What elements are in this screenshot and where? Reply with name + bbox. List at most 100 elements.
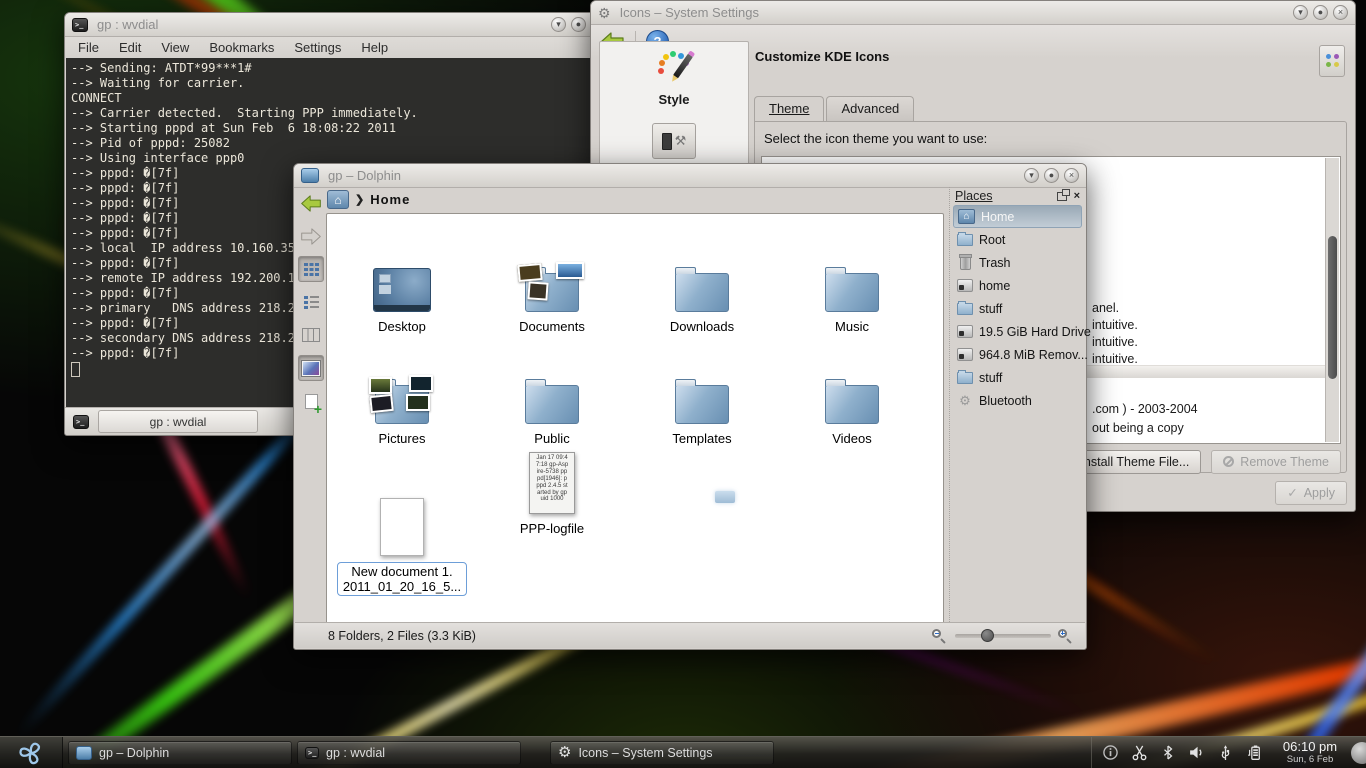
konsole-tab-label: gp : wvdial: [150, 415, 207, 429]
float-panel-icon[interactable]: [1057, 192, 1067, 201]
konsole-tab[interactable]: gp : wvdial: [98, 410, 258, 433]
settings-titlebar[interactable]: ⚙ Icons – System Settings ▾ ● ×: [591, 1, 1355, 25]
close-button[interactable]: ×: [1333, 5, 1348, 20]
file-item-new-document[interactable]: New document 1. 2011_01_20_16_5...: [337, 450, 467, 600]
konsole-titlebar[interactable]: >_ gp : wvdial ▾ ● ×: [65, 13, 613, 37]
menu-file[interactable]: File: [78, 40, 99, 55]
back-button[interactable]: [298, 190, 324, 216]
places-item-bluetooth[interactable]: ⚙ Bluetooth: [953, 389, 1082, 412]
scrollbar[interactable]: [1325, 158, 1339, 442]
zoom-out-icon[interactable]: [931, 628, 947, 644]
close-button[interactable]: ×: [1064, 168, 1079, 183]
apply-label: Apply: [1304, 486, 1335, 500]
theme-list-text: intuitive.: [1092, 352, 1138, 366]
battery-icon[interactable]: [1246, 744, 1263, 761]
scrollbar-thumb[interactable]: [1328, 236, 1337, 379]
sidebar-item-hardware[interactable]: ⚒: [652, 123, 696, 159]
menu-settings[interactable]: Settings: [294, 40, 341, 55]
breadcrumb-home[interactable]: Home: [370, 192, 410, 207]
colored-dots-icon: [1326, 54, 1331, 59]
theme-description-text: out being a copy: [1092, 421, 1184, 435]
places-item-trash[interactable]: Trash: [953, 251, 1082, 274]
folder-item-music[interactable]: Music: [825, 226, 879, 338]
panel-cashew-icon[interactable]: [1351, 742, 1366, 764]
places-item-stuff2[interactable]: stuff: [953, 366, 1082, 389]
remove-theme-button[interactable]: Remove Theme: [1211, 450, 1341, 474]
folder-label: Videos: [832, 431, 872, 446]
theme-list-text: intuitive.: [1092, 318, 1138, 332]
folder-item-public[interactable]: Public: [525, 338, 579, 450]
maximize-button[interactable]: ●: [571, 17, 586, 32]
close-panel-icon[interactable]: ×: [1074, 191, 1080, 202]
folder-icon: [675, 385, 729, 424]
folder-view[interactable]: Desktop Documents Downloads Music: [326, 213, 944, 624]
zoom-slider-handle[interactable]: [981, 629, 994, 642]
zoom-slider[interactable]: [955, 634, 1051, 638]
launcher-button[interactable]: [0, 737, 63, 768]
folder-item-downloads[interactable]: Downloads: [670, 226, 734, 338]
system-tray: [1091, 737, 1273, 768]
page-title: Customize KDE Icons: [751, 41, 1347, 64]
home-icon[interactable]: ⌂: [327, 190, 349, 209]
menu-bookmarks[interactable]: Bookmarks: [209, 40, 274, 55]
folder-icon: [675, 273, 729, 312]
places-item-stuff[interactable]: stuff: [953, 297, 1082, 320]
drive-icon: [957, 325, 973, 338]
task-label: gp – Dolphin: [99, 746, 169, 760]
folder-item-desktop[interactable]: Desktop: [373, 226, 431, 338]
menu-help[interactable]: Help: [361, 40, 388, 55]
apply-button[interactable]: ✓ Apply: [1275, 481, 1347, 505]
folder-item-pictures[interactable]: Pictures: [375, 338, 429, 450]
overview-dots-button[interactable]: [1319, 45, 1345, 77]
usb-device-icon[interactable]: [1217, 744, 1234, 761]
columns-view-button[interactable]: [298, 322, 324, 348]
places-item-home[interactable]: ⌂ Home: [953, 205, 1082, 228]
notifications-icon[interactable]: [1102, 744, 1119, 761]
bluetooth-icon[interactable]: [1160, 744, 1176, 761]
dolphin-icon: [301, 168, 319, 183]
places-label: stuff: [979, 371, 1002, 385]
minimize-button[interactable]: ▾: [1293, 5, 1308, 20]
task-dolphin[interactable]: gp – Dolphin: [68, 741, 292, 765]
split-view-button[interactable]: +: [298, 388, 324, 414]
zoom-in-icon[interactable]: [1057, 628, 1073, 644]
dolphin-titlebar[interactable]: gp – Dolphin ▾ ● ×: [294, 164, 1086, 188]
forward-button[interactable]: [298, 223, 324, 249]
tab-theme[interactable]: Theme: [754, 96, 824, 121]
gear-icon: ⚙: [558, 745, 571, 760]
details-view-button[interactable]: [298, 289, 324, 315]
minimize-button[interactable]: ▾: [551, 17, 566, 32]
folder-label: Templates: [672, 431, 731, 446]
task-wvdial[interactable]: >_ gp : wvdial: [297, 741, 521, 765]
places-item-home-partition[interactable]: home: [953, 274, 1082, 297]
menu-view[interactable]: View: [161, 40, 189, 55]
tab-advanced[interactable]: Advanced: [826, 96, 914, 121]
places-label: stuff: [979, 302, 1002, 316]
sidebar-item-style[interactable]: Style: [658, 92, 689, 107]
menu-edit[interactable]: Edit: [119, 40, 141, 55]
new-tab-button[interactable]: >_: [69, 411, 93, 433]
klipper-icon[interactable]: [1131, 744, 1148, 761]
theme-prompt: Select the icon theme you want to use:: [755, 122, 1346, 146]
clock[interactable]: 06:10 pm Sun, 6 Feb: [1273, 740, 1347, 766]
maximize-button[interactable]: ●: [1044, 168, 1059, 183]
maximize-button[interactable]: ●: [1313, 5, 1328, 20]
folder-icon: [957, 234, 973, 246]
folder-item-templates[interactable]: Templates: [672, 338, 731, 450]
places-item-root[interactable]: Root: [953, 228, 1082, 251]
folder-item-documents[interactable]: Documents: [519, 226, 585, 338]
minimize-button[interactable]: ▾: [1024, 168, 1039, 183]
folder-item-videos[interactable]: Videos: [825, 338, 879, 450]
folder-label: Documents: [519, 319, 585, 334]
task-system-settings[interactable]: ⚙ Icons – System Settings: [550, 741, 774, 765]
folder-label: Music: [835, 319, 869, 334]
places-item-removable[interactable]: 964.8 MiB Remov...: [953, 343, 1082, 366]
icons-view-button[interactable]: [298, 256, 324, 282]
file-item-ppp-logfile[interactable]: Jan 17 09:4 7:18 gp-Asp ire-5738 pp pd[1…: [520, 450, 584, 600]
preview-button[interactable]: [298, 355, 324, 381]
text-preview-icon: Jan 17 09:4 7:18 gp-Asp ire-5738 pp pd[1…: [529, 452, 575, 514]
places-label: 19.5 GiB Hard Drive: [979, 325, 1091, 339]
places-item-hard-drive[interactable]: 19.5 GiB Hard Drive: [953, 320, 1082, 343]
theme-list-text: anel.: [1092, 301, 1119, 315]
volume-icon[interactable]: [1188, 744, 1205, 761]
